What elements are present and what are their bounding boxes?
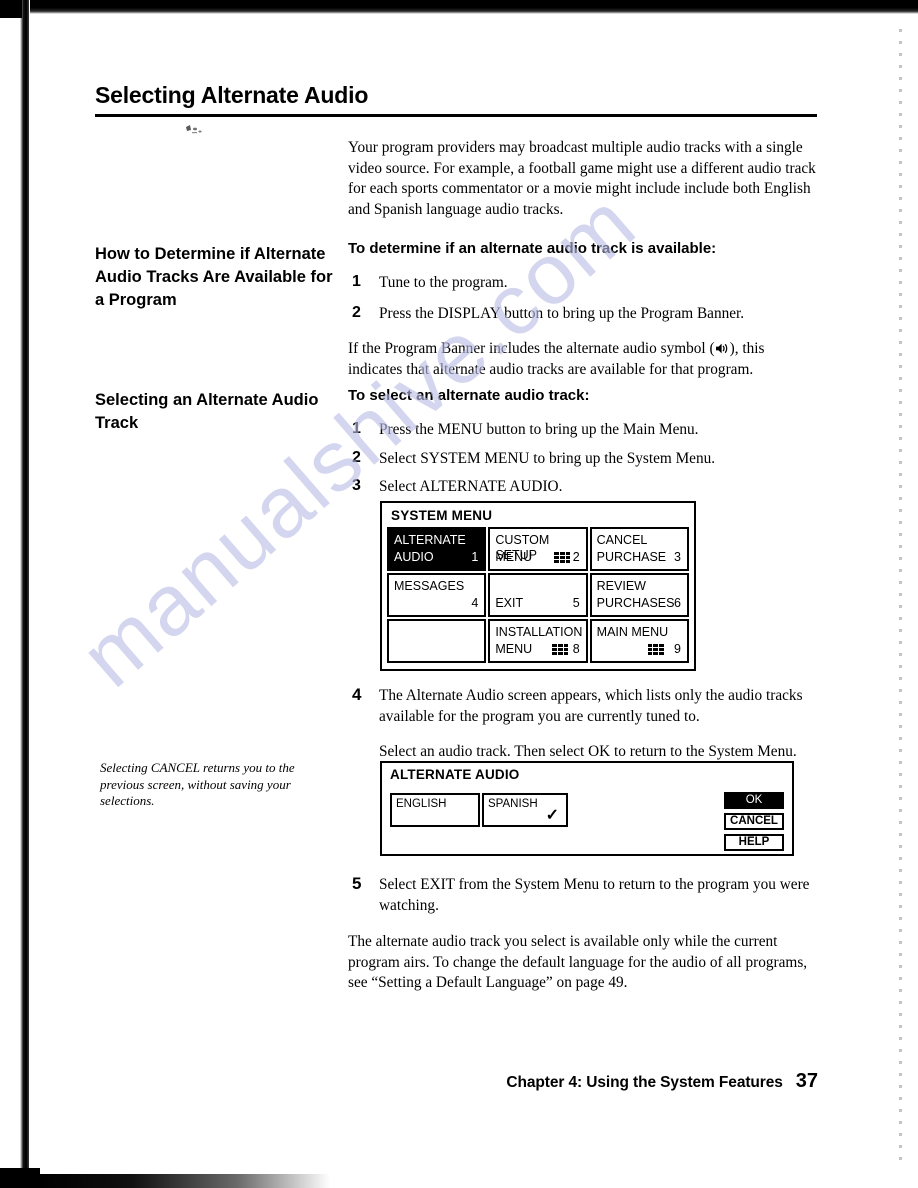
step-text: Press the DISPLAY button to bring up the… [379,304,745,322]
alternate-audio-symbol-note: If the Program Banner includes the alter… [348,339,820,380]
menu-cell-key: 6 [674,596,681,610]
menu-cell-messages[interactable]: MESSAGES 4 [387,573,487,617]
closing-paragraph: The alternate audio track you select is … [348,933,808,991]
system-menu-screen: SYSTEM MENU ALTERNATE AUDIO 1 CUSTOM SET… [380,501,696,671]
menu-cell-installation-menu[interactable]: INSTALLATION MENU 8 [488,619,588,663]
menu-cell-line2: AUDIO [394,550,434,564]
subheading-select: To select an alternate audio track: [348,387,590,404]
speaker-icon [715,341,730,354]
step-text: The Alternate Audio screen appears, whic… [379,687,803,725]
grid-icon [552,644,569,655]
track-label: ENGLISH [396,798,447,810]
menu-cell-main-menu[interactable]: MAIN MENU 9 [589,619,689,663]
document-page: Selecting Alternate Audio Your program p… [0,0,918,1188]
menu-cell-line1: MESSAGES [394,579,465,593]
page-title: Selecting Alternate Audio [95,82,369,108]
intro-paragraph: Your program providers may broadcast mul… [348,139,816,218]
menu-cell-line1: CANCEL [596,533,648,547]
title-rule [95,114,817,117]
cancel-button[interactable]: CANCEL [724,813,784,830]
track-label: SPANISH [488,798,538,810]
step-item: 2 Select SYSTEM MENU to bring up the Sys… [348,449,820,470]
menu-cell-key: 4 [471,596,479,610]
step-text: Select SYSTEM MENU to bring up the Syste… [379,449,716,467]
step-number: 4 [352,685,362,704]
menu-cell-line2: PURCHASES [596,596,675,610]
menu-cell-line2: PURCHASE [596,550,667,564]
alternate-audio-screen: ALTERNATE AUDIO ENGLISH SPANISH ✓ OK CAN… [380,761,794,856]
menu-cell-line1: REVIEW [596,579,646,593]
step-number: 2 [352,303,361,321]
step-text: Tune to the program. [379,274,508,291]
menu-cell-line1: INSTALLATION [495,625,583,639]
step-number: 3 [352,477,361,494]
menu-cell-review-purchases[interactable]: REVIEW PURCHASES 6 [589,573,689,617]
track-option-spanish[interactable]: SPANISH ✓ [482,793,568,827]
system-menu-grid: ALTERNATE AUDIO 1 CUSTOM SETUP MENU 2 CA… [387,527,689,663]
step5-block: 5 Select EXIT from the System Menu to re… [348,874,820,994]
step-text: Press the MENU button to bring up the Ma… [379,421,699,438]
step-item: 4 The Alternate Audio screen appears, wh… [348,685,820,727]
menu-cell-alternate-audio[interactable]: ALTERNATE AUDIO 1 [387,527,487,571]
track-option-english[interactable]: ENGLISH [390,793,480,827]
step-number: 5 [352,874,362,893]
footer: Chapter 4: Using the System Features 37 [0,1070,818,1093]
section-determine-body: To determine if an alternate audio track… [348,240,820,380]
menu-cell-key: 9 [674,642,681,656]
footer-page-number: 37 [795,1070,818,1092]
side-heading-determine: How to Determine if Alternate Audio Trac… [95,245,333,309]
menu-cell-key: 3 [674,550,681,564]
menu-cell-exit[interactable]: EXIT 5 [488,573,588,617]
alternate-audio-title: ALTERNATE AUDIO [390,767,520,782]
footer-chapter-title: Chapter 4: Using the System Features [506,1074,783,1091]
grid-icon [647,644,664,655]
step-number: 2 [352,448,361,466]
checkmark-icon: ✓ [545,807,559,824]
side-note-cancel: Selecting CANCEL returns you to the prev… [100,760,295,808]
help-button[interactable]: HELP [724,834,784,851]
menu-cell-custom-setup-menu[interactable]: CUSTOM SETUP MENU 2 [488,527,588,571]
step-item: 1 Press the MENU button to bring up the … [348,420,820,441]
grid-icon [554,552,571,563]
step-item: 3 Select ALTERNATE AUDIO. [348,477,820,498]
step-item: 2 Press the DISPLAY button to bring up t… [348,304,820,325]
menu-cell-key: 8 [572,642,580,656]
step-text: Select ALTERNATE AUDIO. [379,478,563,495]
menu-cell-blank[interactable] [387,619,487,663]
subheading-determine: To determine if an alternate audio track… [348,240,717,257]
system-menu-title: SYSTEM MENU [391,508,493,523]
menu-cell-key: 2 [572,550,580,564]
intro-paragraph-block: Your program providers may broadcast mul… [348,138,820,220]
menu-cell-key: 1 [471,550,479,564]
step-item: 1 Tune to the program. [348,273,820,294]
menu-cell-line2: MENU [495,550,533,564]
menu-cell-key: 5 [572,596,580,610]
menu-cell-line2: EXIT [495,596,524,610]
menu-cell-cancel-purchase[interactable]: CANCEL PURCHASE 3 [589,527,689,571]
side-heading-select: Selecting an Alternate Audio Track [95,391,319,432]
menu-cell-line1: MAIN MENU [596,625,669,639]
step-number: 1 [352,420,361,437]
note-text-before: If the Program Banner includes the alter… [348,340,715,357]
menu-cell-line2: MENU [495,642,533,656]
menu-cell-line1: ALTERNATE [394,533,466,547]
step-item: 5 Select EXIT from the System Menu to re… [348,874,820,916]
section-select-body: To select an alternate audio track: 1 Pr… [348,387,820,498]
step-text: Select EXIT from the System Menu to retu… [379,876,810,914]
step-number: 1 [352,273,361,290]
step4-followup: Select an audio track. Then select OK to… [379,743,797,760]
ok-button[interactable]: OK [724,792,784,809]
step4-block: 4 The Alternate Audio screen appears, wh… [348,685,820,763]
